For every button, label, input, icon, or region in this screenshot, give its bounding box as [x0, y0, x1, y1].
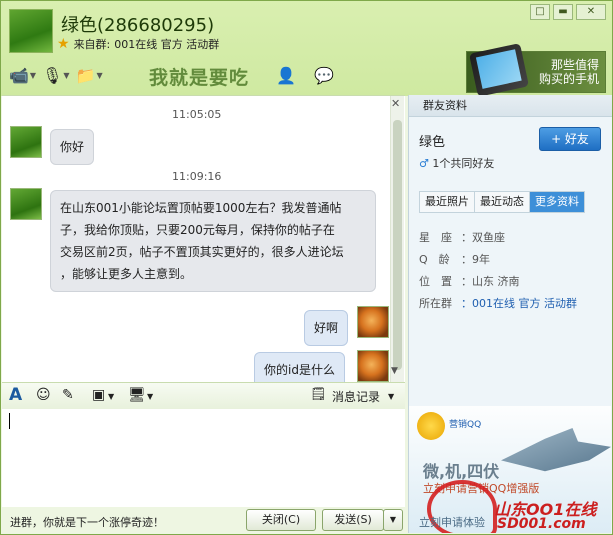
close-window-button[interactable]: ✕ — [576, 4, 606, 20]
info-constellation: 星 座：双鱼座 — [419, 231, 505, 244]
chat-window: 绿色(286680295) ★ 来自群: 001在线 官方 活动群 □ ▬ ✕ … — [0, 0, 613, 535]
chevron-down-icon[interactable]: ▼ — [147, 392, 153, 401]
file-transfer-button[interactable]: 📁 ▼ — [76, 63, 103, 87]
chevron-down-icon: ▼ — [63, 70, 70, 80]
phone-image — [468, 43, 530, 97]
message-area[interactable]: 11:05:05 你好 11:09:16 在山东001小能论坛置顶帖要1000左… — [2, 95, 405, 382]
screenshot-icon[interactable]: ▣ — [92, 387, 105, 403]
restore-button[interactable]: □ — [530, 4, 550, 20]
bottom-ad-banner[interactable]: 营销QQ 微,机,四伏 立刻申请营销QQ增强版 立刻申请体验 山东OO1在线 S… — [409, 406, 611, 533]
message-bubble: 你好 — [50, 129, 95, 165]
profile-name: 绿色 — [419, 135, 446, 150]
ad-brand: 营销QQ — [449, 420, 482, 430]
tab-more-info[interactable]: 更多资料 — [530, 192, 584, 212]
profile-panel-header: 群友资料 — [409, 95, 612, 117]
group-tip[interactable]: 进群，你就是下一个涨停奇迹！ — [10, 514, 164, 530]
ad-small-text: 立刻申请体验 — [419, 516, 485, 529]
my-message-bubble: 你的id是什么 — [254, 352, 345, 382]
watermark-url: SD001.com — [497, 516, 586, 532]
camera-icon: 📹 — [9, 65, 29, 85]
history-icon: 🗒 — [310, 387, 327, 402]
info-q-age: Q 龄：9年 — [419, 253, 490, 266]
chevron-down-icon: ▼ — [96, 70, 103, 80]
bottom-bar: 进群，你就是下一个涨停奇迹！ 关闭(C) 发送(S) ▼ — [2, 507, 405, 533]
star-icon: ★ — [57, 36, 70, 52]
contact-avatar[interactable] — [9, 9, 53, 53]
video-call-button[interactable]: 📹 ▼ — [9, 63, 36, 87]
message-input[interactable] — [2, 409, 405, 507]
ad-headline: 微,机,四伏 — [423, 462, 500, 481]
banner-art: 我就是要吃 — [149, 67, 250, 89]
message-history-button[interactable]: 消息记录 — [332, 388, 380, 405]
folder-icon: 📁 — [75, 65, 96, 85]
message-button[interactable]: 💬 — [314, 63, 334, 87]
common-friends[interactable]: ♂ 1个共同好友 — [419, 155, 494, 171]
input-toolbar: A ☺ ✎ ▣ ▼ 🖥 ▼ 🗒 消息记录 ▼ — [2, 382, 405, 410]
chevron-down-icon[interactable]: ▼ — [388, 392, 394, 401]
tab-recent-activity[interactable]: 最近动态 — [475, 192, 530, 212]
info-location: 位 置：山东 济南 — [419, 275, 520, 288]
chevron-down-icon: ▼ — [29, 70, 37, 80]
window-controls: □ ▬ ✕ — [530, 4, 606, 20]
top-ad-banner[interactable]: 那些值得 购买的手机 — [466, 43, 606, 97]
sender-avatar[interactable] — [10, 126, 42, 158]
close-icon[interactable]: ✕ — [391, 97, 400, 110]
tab-recent-photos[interactable]: 最近照片 — [420, 192, 475, 212]
minimize-button[interactable]: ▬ — [553, 4, 573, 20]
microphone-icon: 🎙 — [42, 65, 63, 85]
window-title: 绿色(286680295) — [61, 15, 215, 36]
message-timestamp: 11:09:16 — [172, 170, 222, 183]
qq-logo — [417, 412, 445, 440]
add-contact-button[interactable]: 👤 — [276, 63, 296, 87]
send-button[interactable]: 发送(S) — [322, 509, 384, 531]
message-bubble: 在山东001小能论坛置顶帖要1000左右？我发普通帖 子，我给你顶贴，只要200… — [50, 190, 376, 292]
top-toolbar: 📹 ▼ 🎙 ▼ 📁 ▼ — [9, 61, 103, 89]
user-add-icon: 👤 — [276, 65, 296, 85]
add-friend-button[interactable]: + 好友 — [539, 127, 601, 151]
emoji-icon[interactable]: ☺ — [36, 387, 51, 403]
close-button[interactable]: 关闭(C) — [246, 509, 316, 531]
shark-image — [501, 428, 611, 472]
chat-scrollbar[interactable] — [390, 96, 404, 382]
text-caret — [9, 413, 10, 429]
profile-tabs: 最近照片 最近动态 更多资料 — [419, 191, 585, 213]
edit-icon[interactable]: ✎ — [62, 387, 74, 403]
my-avatar[interactable] — [357, 306, 389, 338]
my-avatar[interactable] — [357, 350, 389, 382]
chevron-down-icon[interactable]: ▼ — [108, 392, 114, 401]
male-icon: ♂ — [419, 157, 429, 170]
scroll-down-icon[interactable]: ▼ — [391, 366, 398, 376]
message-timestamp: 11:05:05 — [172, 108, 222, 121]
from-group-link[interactable]: 001在线 官方 活动群 — [114, 36, 219, 52]
my-message-bubble: 好啊 — [304, 310, 349, 346]
image-icon[interactable]: 🖥 — [128, 387, 146, 403]
sender-avatar[interactable] — [10, 188, 42, 220]
from-label: 来自群: — [73, 38, 111, 51]
scrollbar-thumb[interactable] — [393, 120, 402, 370]
from-group-row: ★ 来自群: 001在线 官方 活动群 — [57, 36, 219, 52]
font-icon[interactable]: A — [9, 385, 22, 405]
top-ad-text: 那些值得 购买的手机 — [538, 58, 599, 86]
voice-call-button[interactable]: 🎙 ▼ — [42, 63, 69, 87]
chat-bubble-icon: 💬 — [314, 65, 334, 85]
send-options-button[interactable]: ▼ — [383, 509, 403, 531]
group-link[interactable]: ：001在线 官方 活动群 — [461, 297, 577, 310]
info-group: 所在群 ：001在线 官方 活动群 — [419, 297, 577, 310]
